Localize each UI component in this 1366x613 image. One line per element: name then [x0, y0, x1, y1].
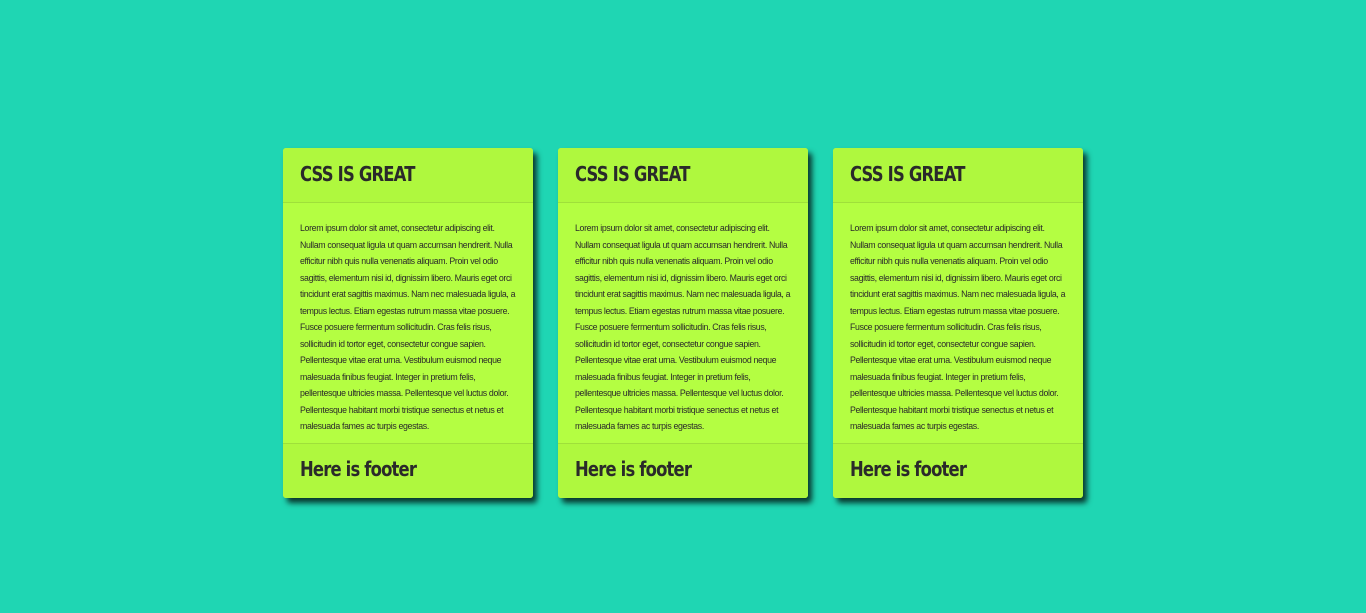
card-text: Lorem ipsum dolor sit amet, consectetur … [575, 223, 791, 431]
card-header: CSS IS GREAT [558, 148, 808, 203]
card-body: Lorem ipsum dolor sit amet, consectetur … [283, 203, 533, 443]
card-header: CSS IS GREAT [833, 148, 1083, 203]
card-header: CSS IS GREAT [283, 148, 533, 203]
card: CSS IS GREAT Lorem ipsum dolor sit amet,… [833, 148, 1083, 498]
card-title: CSS IS GREAT [575, 162, 690, 186]
card-footer: Here is footer [833, 443, 1083, 498]
card-footer-text: Here is footer [300, 457, 417, 481]
card-title: CSS IS GREAT [850, 162, 965, 186]
card: CSS IS GREAT Lorem ipsum dolor sit amet,… [558, 148, 808, 498]
card-body: Lorem ipsum dolor sit amet, consectetur … [833, 203, 1083, 443]
card-footer: Here is footer [558, 443, 808, 498]
card-footer: Here is footer [283, 443, 533, 498]
card-title: CSS IS GREAT [300, 162, 415, 186]
card-text: Lorem ipsum dolor sit amet, consectetur … [300, 223, 516, 431]
card-body: Lorem ipsum dolor sit amet, consectetur … [558, 203, 808, 443]
card: CSS IS GREAT Lorem ipsum dolor sit amet,… [283, 148, 533, 498]
card-text: Lorem ipsum dolor sit amet, consectetur … [850, 223, 1066, 431]
card-footer-text: Here is footer [575, 457, 692, 481]
card-list: CSS IS GREAT Lorem ipsum dolor sit amet,… [283, 148, 1083, 498]
card-footer-text: Here is footer [850, 457, 967, 481]
